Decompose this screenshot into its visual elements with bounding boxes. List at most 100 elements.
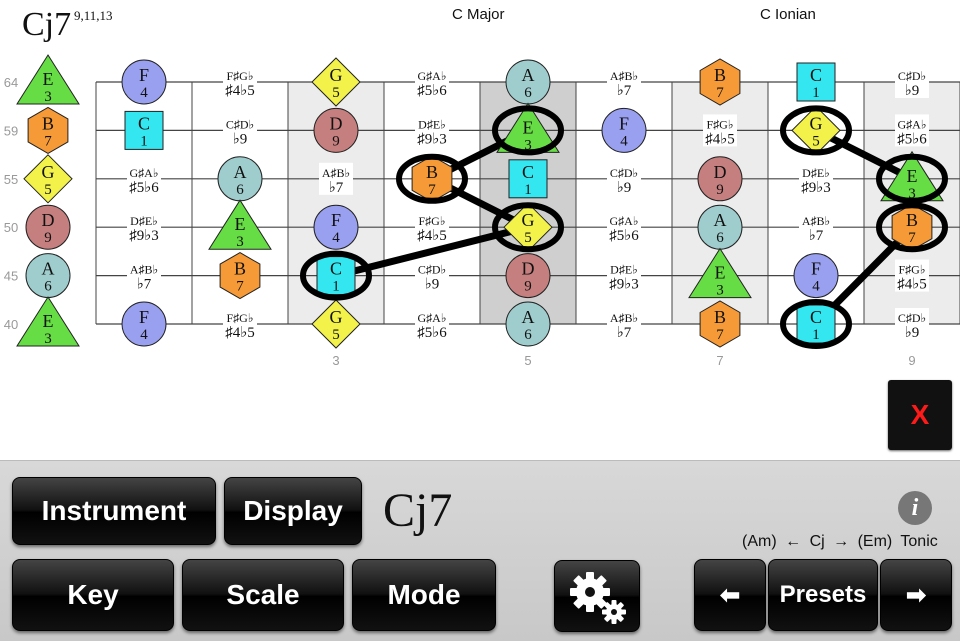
string-label: 59 — [4, 123, 18, 138]
accidental-note[interactable]: D♯E♭♯9♭3 — [799, 162, 833, 196]
string-label: 50 — [4, 220, 18, 235]
accidental-note[interactable]: G♯A♭♯5♭6 — [607, 211, 641, 244]
nav-left-arrow-icon: ← — [785, 533, 802, 550]
note-f[interactable]: F4 — [121, 59, 167, 105]
note-d[interactable]: D9 — [313, 107, 359, 153]
close-button[interactable]: X — [888, 380, 952, 450]
note-degree: 4 — [620, 133, 628, 149]
accidental-note[interactable]: A♯B♭♭7 — [799, 211, 833, 244]
note-b[interactable]: B7 — [27, 106, 69, 154]
accidental-note[interactable]: F♯G♭♯4♭5 — [223, 66, 257, 99]
note-a[interactable]: A6 — [25, 253, 71, 299]
current-chord: Cj7 — [383, 484, 453, 537]
accidental-name: D♯E♭ — [610, 263, 638, 277]
accidental-note[interactable]: C♯D♭♭9 — [415, 259, 449, 293]
accidental-name: F♯G♭ — [899, 263, 926, 277]
note-d[interactable]: D9 — [505, 253, 551, 299]
accidental-note[interactable]: F♯G♭♯4♭5 — [703, 114, 737, 147]
accidental-name: A♯B♭ — [610, 69, 638, 83]
note-b[interactable]: B7 — [411, 155, 453, 203]
key-button[interactable]: Key — [12, 559, 174, 631]
accidental-note[interactable]: D♯E♭♯9♭3 — [607, 259, 641, 293]
accidental-degree: ♯5♭6 — [897, 131, 927, 147]
note-degree: 4 — [812, 279, 820, 295]
fretboard[interactable]: 6459555045403 5 7 9E3F4F♯G♭♯4♭5G5G♯A♭♯5♭6A6… — [0, 0, 960, 460]
accidental-note[interactable]: D♯E♭♯9♭3 — [415, 114, 449, 147]
note-degree: 5 — [812, 133, 820, 149]
accidental-name: G♯A♭ — [418, 69, 447, 83]
close-icon: X — [910, 399, 930, 430]
accidental-note[interactable]: G♯A♭♯5♭6 — [415, 308, 449, 341]
next-button[interactable]: ➡ — [880, 559, 952, 631]
note-c[interactable]: C1 — [124, 110, 164, 150]
accidental-note[interactable]: A♯B♭♭7 — [607, 66, 641, 99]
display-button[interactable]: Display — [224, 477, 362, 545]
note-c[interactable]: C1 — [508, 159, 548, 199]
accidental-note[interactable]: A♯B♭♭7 — [127, 259, 161, 293]
scale-button[interactable]: Scale — [182, 559, 344, 631]
note-e[interactable]: E3 — [208, 199, 272, 250]
note-name: E — [523, 117, 534, 137]
mode-button[interactable]: Mode — [352, 559, 496, 631]
accidental-note[interactable]: F♯G♭♯4♭5 — [223, 308, 257, 341]
note-c[interactable]: C1 — [796, 304, 836, 344]
chord-extensions: 9,11,13 — [74, 8, 113, 23]
accidental-note[interactable]: C♯D♭♭9 — [895, 66, 929, 99]
nav-chord-role: Tonic — [900, 533, 938, 550]
note-c[interactable]: C1 — [796, 62, 836, 102]
note-f[interactable]: F4 — [121, 301, 167, 347]
accidental-note[interactable]: A♯B♭♭7 — [607, 308, 641, 341]
accidental-name: C♯D♭ — [898, 311, 926, 325]
accidental-note[interactable]: C♯D♭♭9 — [895, 308, 929, 341]
note-name: B — [906, 210, 918, 230]
settings-button[interactable] — [554, 560, 640, 632]
accidental-name: A♯B♭ — [610, 311, 638, 325]
note-degree: 1 — [332, 279, 340, 295]
info-icon[interactable]: i — [898, 491, 932, 525]
note-e[interactable]: E3 — [16, 296, 80, 347]
note-name: B — [42, 113, 54, 133]
note-name: D — [330, 113, 343, 133]
note-g[interactable]: G5 — [23, 154, 73, 204]
previous-button[interactable]: ⬅ — [694, 559, 766, 631]
accidental-name: D♯E♭ — [418, 117, 446, 131]
note-f[interactable]: F4 — [313, 204, 359, 250]
accidental-degree: ♭9 — [617, 180, 632, 196]
note-a[interactable]: A6 — [505, 59, 551, 105]
note-b[interactable]: B7 — [219, 252, 261, 300]
note-name: B — [714, 65, 726, 85]
accidental-degree: ♯9♭3 — [129, 228, 159, 244]
accidental-degree: ♭7 — [617, 325, 632, 341]
note-name: D — [714, 162, 727, 182]
accidental-note[interactable]: F♯G♭♯4♭5 — [415, 211, 449, 244]
accidental-name: G♯A♭ — [610, 214, 639, 228]
note-a[interactable]: A6 — [505, 301, 551, 347]
note-a[interactable]: A6 — [697, 204, 743, 250]
accidental-degree: ♯4♭5 — [705, 131, 735, 147]
accidental-note[interactable]: A♯B♭♭7 — [319, 162, 353, 196]
note-f[interactable]: F4 — [601, 107, 647, 153]
note-e[interactable]: E3 — [16, 54, 80, 105]
note-d[interactable]: D9 — [25, 204, 71, 250]
presets-button[interactable]: Presets — [768, 559, 878, 631]
note-f[interactable]: F4 — [793, 253, 839, 299]
note-name: C — [330, 259, 342, 279]
accidental-note[interactable]: D♯E♭♯9♭3 — [127, 211, 161, 244]
note-degree: 5 — [332, 85, 340, 101]
accidental-note[interactable]: G♯A♭♯5♭6 — [127, 162, 161, 196]
note-c[interactable]: C1 — [316, 256, 356, 296]
right-arrow-icon: ➡ — [905, 581, 927, 609]
note-name: A — [42, 259, 55, 279]
accidental-degree: ♭9 — [905, 83, 920, 99]
string-label: 55 — [4, 172, 18, 187]
note-name: G — [522, 210, 535, 230]
note-d[interactable]: D9 — [697, 156, 743, 202]
accidental-note[interactable]: G♯A♭♯5♭6 — [895, 114, 929, 147]
accidental-note[interactable]: C♯D♭♭9 — [607, 162, 641, 196]
instrument-button[interactable]: Instrument — [12, 477, 216, 545]
note-a[interactable]: A6 — [217, 156, 263, 202]
note-name: C — [810, 65, 822, 85]
accidental-note[interactable]: C♯D♭♭9 — [223, 114, 257, 147]
accidental-note[interactable]: F♯G♭♯4♭5 — [895, 259, 929, 293]
accidental-note[interactable]: G♯A♭♯5♭6 — [415, 66, 449, 99]
